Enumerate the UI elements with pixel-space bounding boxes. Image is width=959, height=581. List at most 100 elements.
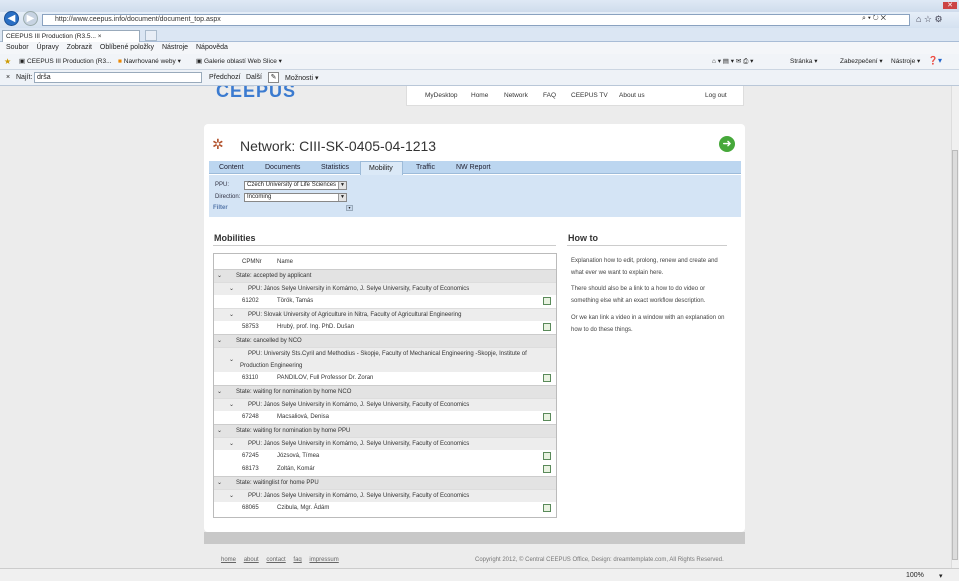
menu-view[interactable]: Zobrazit [67, 44, 92, 51]
footer-home[interactable]: home [221, 557, 236, 563]
edit-icon[interactable] [543, 452, 551, 460]
col-name[interactable]: Name [277, 256, 293, 268]
edit-icon[interactable] [543, 465, 551, 473]
group-label: PPU: University Sts.Cyril and Methodius … [248, 351, 527, 357]
zoom-level[interactable]: 100% [906, 572, 924, 579]
chevron-down-icon[interactable]: ⌄ [217, 270, 222, 282]
filter-collapse-icon[interactable]: ▾ [346, 205, 353, 211]
tab-content[interactable]: Content [219, 164, 244, 171]
menu-file[interactable]: Soubor [6, 44, 29, 51]
home-star-gear-icons[interactable]: ⌂ ☆ ⚙ [916, 14, 943, 25]
chevron-down-icon[interactable]: ⌄ [217, 335, 222, 347]
chevron-down-icon[interactable]: ⌄ [229, 399, 234, 411]
chevron-down-icon[interactable]: ⌄ [217, 425, 222, 437]
back-button[interactable]: ◀ [4, 11, 19, 26]
nav-about-us[interactable]: About us [619, 92, 645, 99]
edit-icon[interactable] [543, 413, 551, 421]
filter-toggle[interactable]: Filter [213, 205, 228, 211]
footer-faq[interactable]: faq [293, 557, 301, 563]
name-cell: Józsová, Tímea [277, 453, 320, 459]
find-close-icon[interactable]: × [6, 74, 10, 81]
address-input[interactable]: http://www.ceepus.info/document/document… [42, 14, 910, 26]
cmd-security[interactable]: Zabezpečení ▾ [840, 57, 883, 65]
table-row: 67248 Macsaliová, Denisa [214, 411, 556, 424]
ppu-select[interactable]: Czech University of Life Sciences ▼ [244, 181, 347, 190]
nav-mydesktop[interactable]: MyDesktop [425, 92, 458, 99]
nav-ceepus-tv[interactable]: CEEPUS TV [571, 92, 608, 99]
ppu-group-row: ⌄ PPU: János Selye University in Komárno,… [214, 398, 556, 411]
find-previous-button[interactable]: Předchozí [209, 74, 241, 81]
zoom-chevron-icon[interactable]: ▾ [939, 572, 943, 580]
browser-tab[interactable]: CEEPUS III Production (R3.5... × [2, 30, 140, 42]
col-cpmnr[interactable]: CPMNr [242, 256, 262, 268]
filter-box: PPU: Czech University of Life Sciences ▼ … [209, 175, 741, 217]
tab-nw-report[interactable]: NW Report [456, 164, 491, 171]
menu-edit[interactable]: Úpravy [37, 44, 59, 51]
find-input[interactable]: drša [34, 72, 202, 83]
footer-links: home about contact faq impressum [221, 557, 345, 563]
fav-suggested[interactable]: ■ Navrhované weby ▾ [118, 57, 181, 65]
cmd-page[interactable]: Stránka ▾ [790, 57, 817, 65]
logout-link[interactable]: Log out [705, 92, 727, 99]
ppu-group-row: ⌄ PPU: János Selye University in Komárno,… [214, 489, 556, 502]
cmd-tools[interactable]: Nástroje ▾ [891, 57, 920, 65]
tab-strip [0, 28, 959, 42]
menu-tools[interactable]: Nástroje [162, 44, 188, 51]
state-group-row: ⌄ State: waiting for nomination by home P… [214, 424, 556, 437]
table-row: 61202 Török, Tamás [214, 295, 556, 308]
footer-contact[interactable]: contact [266, 557, 285, 563]
nav-faq[interactable]: FAQ [543, 92, 556, 99]
tab-traffic[interactable]: Traffic [416, 164, 435, 171]
ppu-select-value: Czech University of Life Sciences [247, 182, 337, 188]
favorites-star-icon[interactable]: ★ [4, 57, 11, 66]
tab-close-icon[interactable]: × [98, 33, 102, 40]
footer-impressum[interactable]: impressum [309, 557, 338, 563]
tab-documents[interactable]: Documents [265, 164, 300, 171]
menu-favorites[interactable]: Oblíbené položky [100, 44, 154, 51]
highlight-icon[interactable]: ✎ [268, 72, 279, 83]
chevron-down-icon[interactable]: ⌄ [229, 438, 234, 450]
forward-button[interactable]: ▶ [23, 11, 38, 26]
chevron-down-icon[interactable]: ⌄ [229, 490, 234, 502]
chevron-down-icon[interactable]: ⌄ [229, 309, 234, 321]
new-tab-button[interactable] [145, 30, 157, 41]
nav-network[interactable]: Network [504, 92, 528, 99]
help-icon[interactable]: ❓▾ [928, 56, 942, 65]
group-label: State: waiting for nomination by home PP… [236, 428, 351, 434]
find-next-button[interactable]: Další [246, 74, 262, 81]
back-arrow-icon[interactable]: ➜ [719, 136, 735, 152]
ie-command-icons[interactable]: ⌂ ▾ ▤ ▾ ✉ ⎙ ▾ [712, 57, 753, 66]
table-row: 63110 PANDILOV, Full Professor Dr. Zoran [214, 372, 556, 385]
table-row: 67245 Józsová, Tímea [214, 450, 556, 463]
chevron-down-icon[interactable]: ⌄ [229, 283, 234, 295]
menu-help[interactable]: Nápověda [196, 44, 228, 51]
footer-about[interactable]: about [244, 557, 259, 563]
find-options-button[interactable]: Možnosti ▾ [285, 74, 318, 82]
chevron-down-icon[interactable]: ⌄ [217, 477, 222, 489]
cpmnr-cell: 68173 [242, 466, 259, 472]
nav-home[interactable]: Home [471, 92, 488, 99]
edit-icon[interactable] [543, 374, 551, 382]
site-logo[interactable]: CEEPUS [216, 86, 302, 104]
direction-select[interactable]: Incoming ▼ [244, 193, 347, 202]
divider [567, 245, 727, 246]
edit-icon[interactable] [543, 297, 551, 305]
chevron-down-icon[interactable]: ⌄ [229, 354, 234, 366]
edit-icon[interactable] [543, 504, 551, 512]
fav-ceepus[interactable]: ▣ CEEPUS III Production (R3... [19, 57, 112, 65]
table-row: 68173 Zoltán, Komár [214, 463, 556, 476]
panel-footer-bar [204, 532, 745, 544]
window-controls[interactable]: ✕ [905, 1, 957, 11]
search-refresh-icons[interactable]: ⌕ ▾ ↻ ✕ [862, 15, 886, 23]
edit-icon[interactable] [543, 323, 551, 331]
fav-webslice[interactable]: ▣ Galerie oblastí Web Slice ▾ [196, 57, 282, 65]
name-cell: PANDILOV, Full Professor Dr. Zoran [277, 375, 374, 381]
tab-title: CEEPUS III Production (R3.5... [6, 33, 96, 40]
fav-suggested-icon: ■ [118, 58, 122, 65]
tab-statistics[interactable]: Statistics [321, 164, 349, 171]
chevron-down-icon[interactable]: ⌄ [217, 386, 222, 398]
copyright: Copyright 2012, © Central CEEPUS Office,… [475, 557, 724, 563]
tab-mobility[interactable]: Mobility [360, 161, 403, 175]
scrollbar-thumb[interactable] [952, 150, 958, 560]
group-label: State: cancelled by NCO [236, 338, 302, 344]
